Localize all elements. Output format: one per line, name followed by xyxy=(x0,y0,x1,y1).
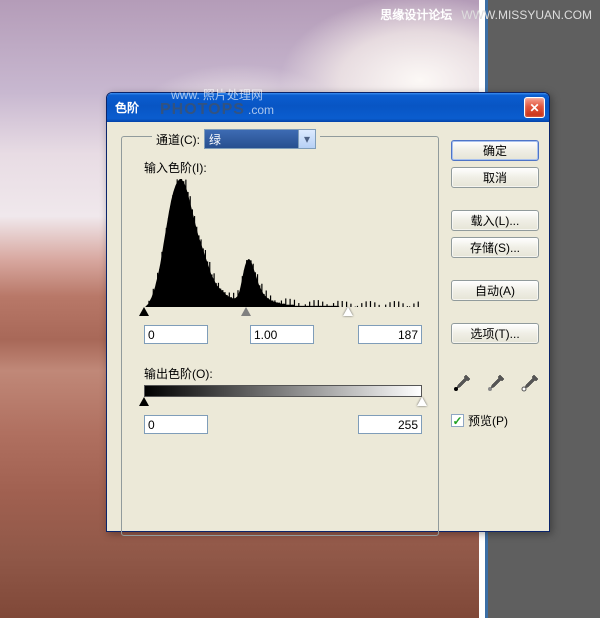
gray-point-slider[interactable] xyxy=(241,307,251,316)
channel-select[interactable]: 绿 ▾ xyxy=(204,129,316,149)
input-gamma-field[interactable] xyxy=(250,325,314,344)
auto-button[interactable]: 自动(A) xyxy=(451,280,539,301)
output-slider-track[interactable] xyxy=(144,397,422,407)
eyedropper-black[interactable] xyxy=(451,372,473,394)
preview-label: 预览(P) xyxy=(468,412,508,429)
input-levels-label: 输入色阶(I): xyxy=(144,159,207,176)
output-gradient xyxy=(144,385,422,397)
levels-fieldset: 通道(C): 绿 ▾ 输入色阶(I): 输出色阶(O): xyxy=(121,136,439,536)
output-white-field[interactable] xyxy=(358,415,422,434)
eyedropper-row xyxy=(451,372,541,394)
eyedropper-white[interactable] xyxy=(519,372,541,394)
button-column: 确定 取消 载入(L)... 存储(S)... 自动(A) 选项(T)... xyxy=(451,140,539,344)
close-icon: ✕ xyxy=(529,101,539,115)
channel-row: 通道(C): 绿 ▾ xyxy=(152,129,320,149)
watermark-top: 思缘设计论坛 WWW.MISSYUAN.COM xyxy=(380,6,592,23)
input-white-field[interactable] xyxy=(358,325,422,344)
eyedropper-white-icon xyxy=(520,373,540,393)
levels-dialog: 色阶 ✕ 通道(C): 绿 ▾ 输入色阶(I): xyxy=(106,92,550,532)
preview-row: ✓ 预览(P) xyxy=(451,412,508,429)
output-black-field[interactable] xyxy=(144,415,208,434)
eyedropper-black-icon xyxy=(452,373,472,393)
output-white-slider[interactable] xyxy=(417,397,427,406)
output-levels-label: 输出色阶(O): xyxy=(144,365,213,382)
histogram-svg xyxy=(144,179,422,307)
preview-checkbox[interactable]: ✓ xyxy=(451,414,464,427)
chevron-down-icon: ▾ xyxy=(298,130,315,148)
channel-label: 通道(C): xyxy=(156,131,200,148)
dialog-title: 色阶 xyxy=(115,99,139,116)
channel-value: 绿 xyxy=(209,131,221,148)
watermark-url: WWW.MISSYUAN.COM xyxy=(461,8,592,22)
input-slider-track[interactable] xyxy=(144,307,422,317)
ok-button[interactable]: 确定 xyxy=(451,140,539,161)
titlebar[interactable]: 色阶 ✕ xyxy=(107,93,549,122)
watermark-brand: 思缘设计论坛 xyxy=(380,8,452,22)
close-button[interactable]: ✕ xyxy=(524,97,545,118)
eyedropper-gray[interactable] xyxy=(485,372,507,394)
cancel-button[interactable]: 取消 xyxy=(451,167,539,188)
black-point-slider[interactable] xyxy=(139,307,149,316)
save-button[interactable]: 存储(S)... xyxy=(451,237,539,258)
options-button[interactable]: 选项(T)... xyxy=(451,323,539,344)
check-icon: ✓ xyxy=(452,414,462,428)
eyedropper-gray-icon xyxy=(486,373,506,393)
input-black-field[interactable] xyxy=(144,325,208,344)
output-black-slider[interactable] xyxy=(139,397,149,406)
histogram xyxy=(144,179,422,307)
white-point-slider[interactable] xyxy=(343,307,353,316)
dialog-body: 通道(C): 绿 ▾ 输入色阶(I): 输出色阶(O): xyxy=(107,122,549,531)
load-button[interactable]: 载入(L)... xyxy=(451,210,539,231)
